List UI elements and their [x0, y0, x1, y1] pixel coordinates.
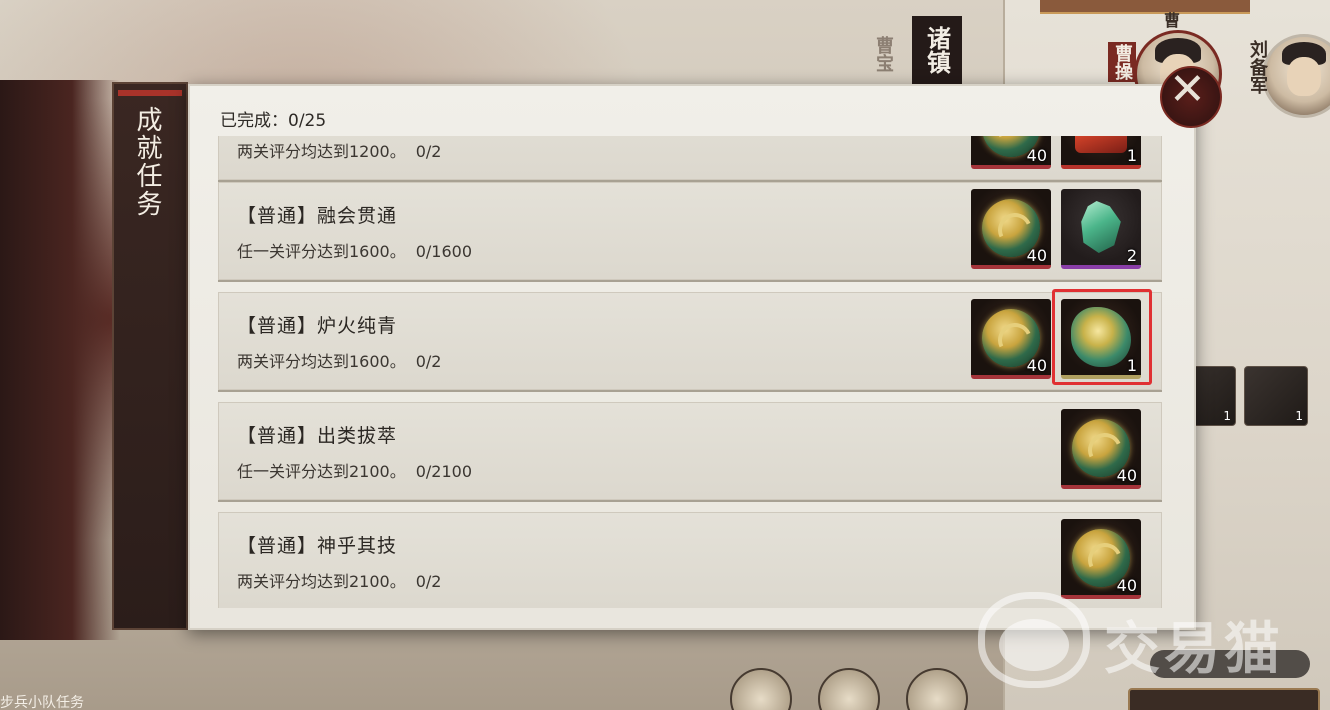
mini-item-figure[interactable]: 1: [1244, 366, 1308, 426]
red-item-icon: [1075, 136, 1127, 153]
achievement-side-tab[interactable]: 成就任务: [112, 82, 188, 630]
task-row[interactable]: 【普通】炉火纯青 两关评分均达到1600。 0/2 40 1: [218, 289, 1162, 390]
faded-vertical-label: 曹宝: [873, 36, 894, 72]
task-desc: 任一关评分达到1600。 0/1600: [237, 238, 472, 262]
task-progress: 0/1600: [415, 242, 473, 261]
mini-item-qty: 1: [1223, 409, 1231, 423]
reward-gold-coin[interactable]: 40: [971, 189, 1051, 269]
task-desc: 两关评分均达到1200。 0/2: [237, 138, 441, 162]
cat-logo-icon: [978, 592, 1090, 688]
close-icon: ✕: [1169, 64, 1206, 115]
reward-red-item[interactable]: 1: [1061, 136, 1141, 169]
reward-qty: 40: [1026, 356, 1047, 375]
task-title: 【普通】神乎其技: [237, 535, 398, 557]
reward-qty: 1: [1126, 146, 1137, 165]
right-banner: [1040, 0, 1250, 14]
side-tab-label: 成就任务: [132, 106, 162, 218]
avatar-label-liu-bei: 刘备军: [1247, 40, 1268, 94]
completed-count: 已完成：0/25: [220, 111, 327, 131]
task-progress: 0/2: [415, 572, 442, 591]
zhu-zhen-tab[interactable]: 诸镇: [912, 16, 962, 86]
task-desc: 任一关评分达到2100。 0/2100: [237, 458, 472, 482]
zhu-zhen-label: 诸镇: [922, 26, 952, 74]
avatar-tag-cao: 曹: [1161, 12, 1180, 28]
reward-gold-coin[interactable]: 40: [971, 136, 1051, 169]
task-desc-text: 两关评分均达到2100。: [237, 572, 406, 591]
task-row[interactable]: 【普通】融会贯通 任一关评分达到1600。 0/1600 40 2: [218, 182, 1162, 280]
task-title: 【普通】出类拔萃: [237, 425, 398, 447]
task-desc-text: 两关评分均达到1600。: [237, 352, 406, 371]
task-progress: 0/2100: [415, 462, 473, 481]
watermark: 交易猫: [978, 592, 1318, 688]
reward-qty: 40: [1116, 466, 1137, 485]
reward-jade-stone[interactable]: 2: [1061, 189, 1141, 269]
reward-qty: 2: [1126, 246, 1137, 265]
reward-qty: 40: [1026, 246, 1047, 265]
task-progress: 0/2: [415, 352, 442, 371]
reward-gold-coin[interactable]: 40: [971, 299, 1051, 379]
task-title: 【普通】融会贯通: [237, 205, 398, 227]
task-desc-text: 任一关评分达到1600。: [237, 242, 406, 261]
task-desc-text: 两关评分均达到1200。: [237, 142, 406, 161]
task-row[interactable]: 【普通】出类拔萃 任一关评分达到2100。 0/2100 40: [218, 402, 1162, 500]
task-desc-text: 任一关评分达到2100。: [237, 462, 406, 481]
reward-gold-coin[interactable]: 40: [1061, 409, 1141, 489]
scene-shadow: [0, 80, 120, 640]
task-title: 【普通】炉火纯青: [237, 315, 398, 337]
right-bottom-button[interactable]: [1128, 688, 1320, 710]
reward-highlight-box: [1052, 289, 1152, 385]
achievement-dialog: 已完成：0/25 两关评分均达到1200。 0/2 40 1 【普通】融会贯通 任…: [188, 84, 1196, 630]
task-progress: 0/2: [415, 142, 442, 161]
jade-stone-icon: [1081, 201, 1121, 253]
watermark-text: 交易猫: [1104, 617, 1284, 682]
side-tab-accent: [118, 90, 182, 96]
reward-qty: 40: [1026, 146, 1047, 165]
close-button[interactable]: ✕: [1160, 64, 1222, 128]
task-desc: 两关评分均达到2100。 0/2: [237, 568, 441, 592]
reward-gold-coin[interactable]: 40: [1061, 519, 1141, 599]
avatar-label-cao-cao: 曹操: [1108, 42, 1136, 82]
task-list[interactable]: 两关评分均达到1200。 0/2 40 1 【普通】融会贯通 任一关评分达到160…: [218, 136, 1164, 608]
mini-item-qty: 1: [1295, 409, 1303, 423]
bottom-left-text: 步兵小队任务: [0, 695, 84, 710]
task-desc: 两关评分均达到1600。 0/2: [237, 348, 441, 372]
task-row[interactable]: 两关评分均达到1200。 0/2 40 1: [218, 136, 1162, 180]
